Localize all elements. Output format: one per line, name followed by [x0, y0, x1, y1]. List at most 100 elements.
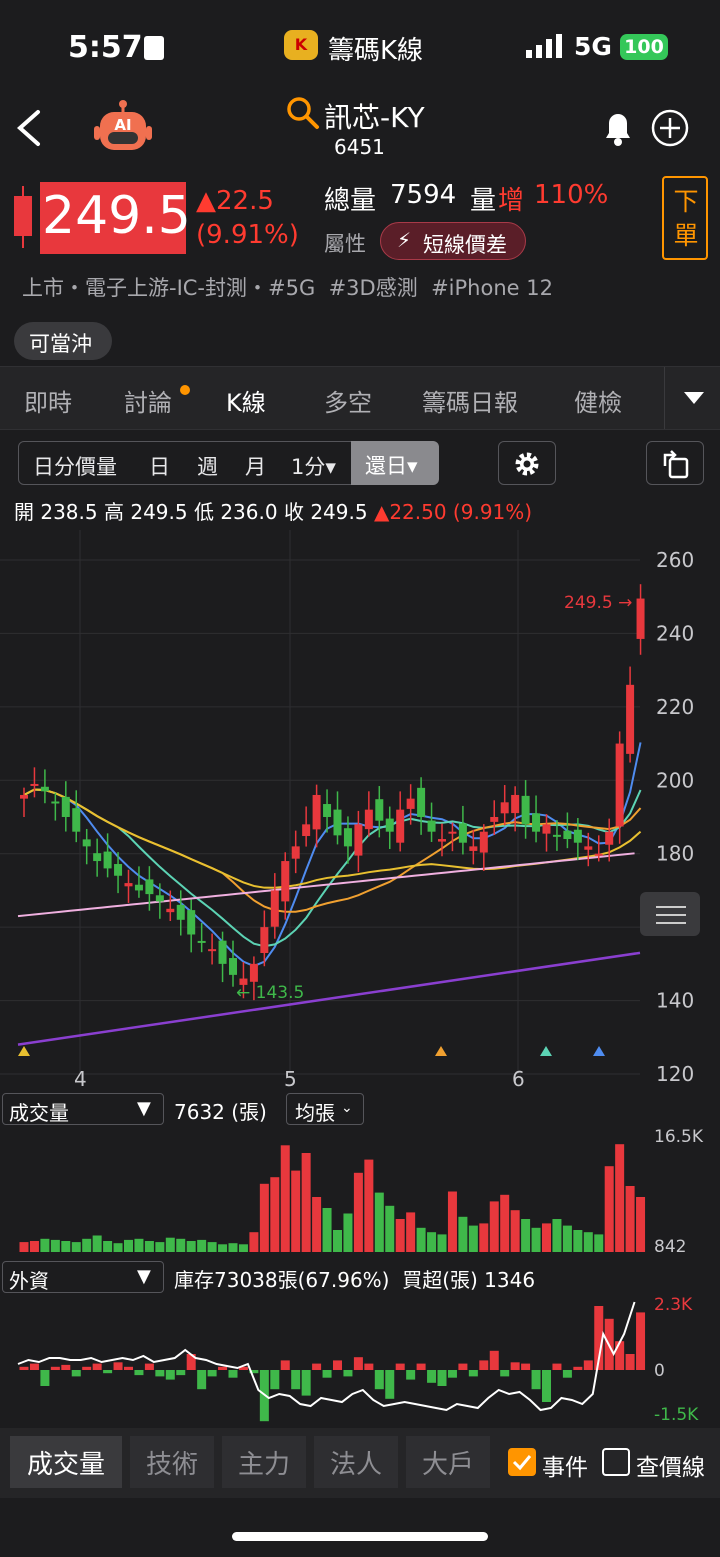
home-indicator [232, 1532, 488, 1541]
foreign-bar [636, 1312, 646, 1370]
indicator-volume-button[interactable]: 成交量 [10, 1436, 122, 1488]
foreign-bar [134, 1370, 144, 1376]
crosshair-toggle[interactable] [640, 892, 700, 936]
volume-bar [552, 1219, 562, 1252]
indicator-technical-button[interactable]: 技術 [130, 1436, 214, 1488]
volume-bar [458, 1216, 468, 1252]
candle-body [636, 598, 645, 639]
tab-discussion[interactable]: 討論 [124, 383, 172, 418]
candle-body [594, 853, 603, 856]
volume-value: 7594 [390, 180, 457, 210]
event-marker[interactable] [540, 1046, 552, 1056]
y-tick-label: 240 [656, 621, 694, 645]
foreign-bar [92, 1363, 102, 1370]
chart-settings-button[interactable] [498, 441, 556, 485]
foreign-chart[interactable]: 2.3K 0 -1.5K [0, 1294, 720, 1428]
volume-chart[interactable]: 16.5K 842 [0, 1126, 720, 1258]
rotate-icon [661, 450, 691, 484]
foreign-indicator-select[interactable]: 外資 ▼ [2, 1261, 164, 1293]
candle-body [500, 802, 509, 814]
foreign-bar [61, 1364, 71, 1370]
foreign-bar [29, 1363, 39, 1370]
indicator-big-holder-button[interactable]: 大戶 [406, 1436, 490, 1488]
indicator-institutional-button[interactable]: 法人 [314, 1436, 398, 1488]
foreign-bar [437, 1370, 447, 1386]
foreign-bar [447, 1370, 457, 1378]
tab-realtime[interactable]: 即時 [24, 383, 72, 418]
volume-bar [155, 1242, 165, 1252]
order-button[interactable]: 下單 [662, 176, 708, 260]
stock-name[interactable]: 訊芯-KY [324, 96, 425, 136]
candle-body [542, 824, 551, 834]
ai-robot-icon[interactable]: AI [92, 100, 154, 160]
indicator-major-button[interactable]: 主力 [222, 1436, 306, 1488]
candle-body [427, 820, 436, 832]
foreign-bar [165, 1370, 175, 1380]
tab-health-check[interactable]: 健檢 [574, 383, 622, 418]
volume-bar [249, 1232, 259, 1252]
tab-bar: 即時 討論 K線 多空 籌碼日報 健檢 [0, 366, 720, 430]
event-checkbox[interactable] [508, 1448, 536, 1476]
event-markers[interactable] [18, 1046, 605, 1056]
avg-lot-select[interactable]: 均張 ⌄ [286, 1093, 364, 1125]
period-day[interactable]: 日 [149, 451, 170, 481]
foreign-bars [19, 1306, 646, 1422]
tab-kline[interactable]: K線 [226, 383, 266, 418]
attribute-badge[interactable]: ⚡ 短線價差 [380, 222, 526, 260]
period-daily-minute[interactable]: 日分價量 [33, 451, 117, 481]
period-selector: 日分價量 日 週 月 1分▾ 還日▾ [18, 441, 439, 485]
foreign-bar [176, 1370, 186, 1376]
search-icon[interactable] [286, 96, 320, 134]
add-watchlist-icon[interactable] [650, 108, 690, 152]
tab-chip-daily[interactable]: 籌碼日報 [422, 383, 518, 418]
event-marker[interactable] [18, 1046, 30, 1056]
volume-bar [625, 1186, 635, 1252]
stock-tags: 上市・電子上游-IC-封測・#5G #3D感測 #iPhone 12 [22, 276, 553, 300]
volume-bar [165, 1237, 175, 1252]
tab-more-icon[interactable] [684, 391, 704, 410]
foreign-bar [71, 1370, 81, 1377]
candlestick-chart[interactable]: 260240220200180160140120 456 249.5 → ← 1… [0, 530, 720, 1095]
price-change: ▲22.5 [196, 186, 274, 216]
foreign-bar [458, 1363, 468, 1370]
open-label: 開 [14, 500, 34, 524]
moving-average-lines [17, 742, 642, 1046]
period-week[interactable]: 週 [197, 451, 218, 481]
period-adjusted-day[interactable]: 還日▾ [351, 441, 439, 485]
price-line-checkbox[interactable] [602, 1448, 630, 1476]
price: 249.5 [42, 186, 191, 246]
back-icon[interactable] [14, 108, 44, 152]
foreign-bar [155, 1370, 165, 1377]
foreign-max-label: 2.3K [654, 1295, 693, 1315]
volume-bar [406, 1212, 416, 1252]
volume-increase-pct: 110% [534, 180, 609, 210]
volume-min-label: 842 [654, 1237, 686, 1257]
period-month[interactable]: 月 [245, 451, 266, 481]
volume-indicator-select[interactable]: 成交量 ▼ [2, 1093, 164, 1125]
foreign-bar [395, 1363, 405, 1370]
app-name: 籌碼K線 [328, 36, 424, 66]
volume-bar [562, 1225, 572, 1252]
tab-bull-bear[interactable]: 多空 [324, 383, 372, 418]
event-marker[interactable] [435, 1046, 447, 1056]
foreign-bar [333, 1360, 342, 1370]
volume-bar [134, 1238, 144, 1252]
candle-body [396, 809, 405, 843]
ohlc-row: 開 238.5 高 249.5 低 236.0 收 249.5 ▲22.50 (… [14, 496, 532, 525]
candle-body [218, 940, 227, 964]
status-bar: 5:57 K 籌碼K線 5G 100 [0, 0, 720, 92]
bell-icon[interactable] [598, 108, 638, 152]
period-minute[interactable]: 1分▾ [291, 451, 336, 481]
volume-bar [615, 1144, 625, 1252]
volume-bar [542, 1223, 551, 1252]
foreign-bar [218, 1366, 228, 1370]
volume-bar [573, 1230, 583, 1252]
close-value: 249.5 [310, 500, 368, 524]
foreign-bar [385, 1370, 395, 1399]
network-type: 5G [574, 32, 612, 61]
foreign-summary: 庫存73038張(67.96%) 買超(張) 1346 [174, 1268, 536, 1292]
foreign-bar [197, 1370, 207, 1390]
rotate-screen-button[interactable] [646, 441, 704, 485]
foreign-bar [40, 1370, 50, 1386]
event-marker[interactable] [593, 1046, 605, 1056]
